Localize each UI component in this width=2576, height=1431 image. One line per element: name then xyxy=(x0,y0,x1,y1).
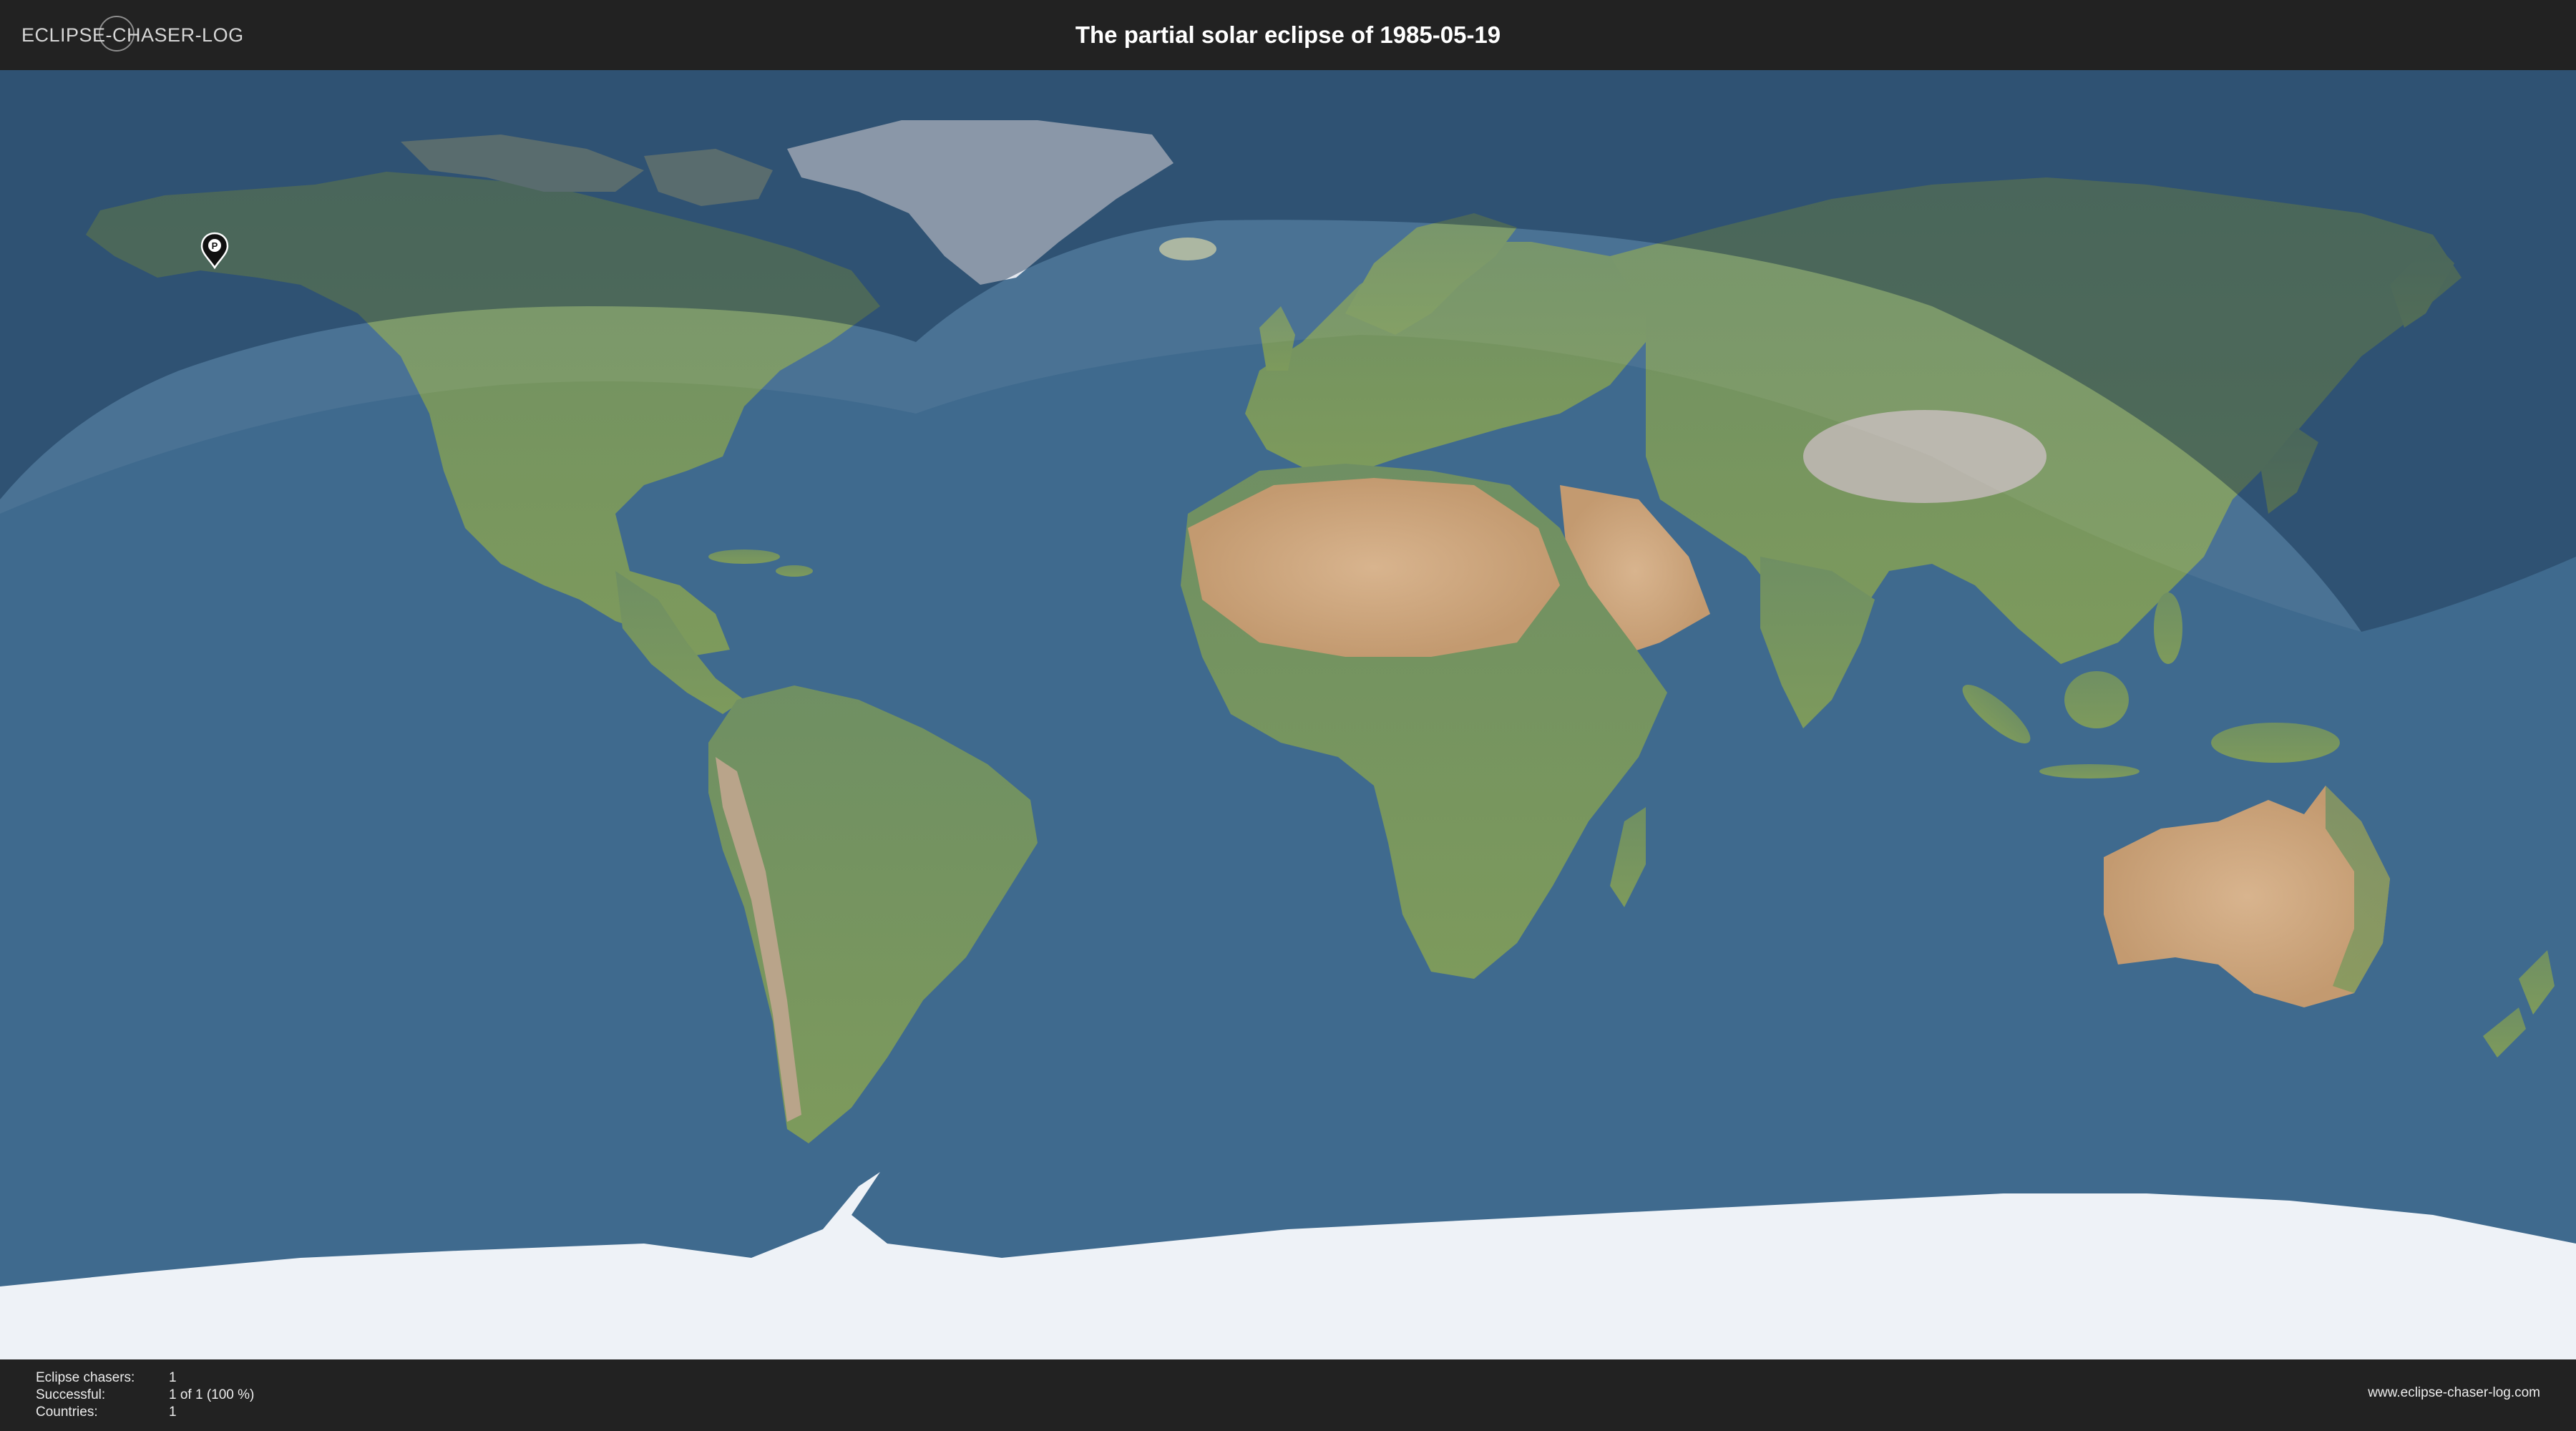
new-guinea xyxy=(2211,723,2340,763)
footer-bar: Eclipse chasers: 1 Successful: 1 of 1 (100… xyxy=(0,1359,2576,1431)
stat-row-countries: Countries: 1 xyxy=(36,1404,254,1421)
stats-panel: Eclipse chasers: 1 Successful: 1 of 1 (100… xyxy=(36,1369,254,1421)
website-link[interactable]: www.eclipse-chaser-log.com xyxy=(2368,1385,2540,1401)
world-map-svg: P xyxy=(0,70,2576,1359)
stat-label: Successful: xyxy=(36,1387,106,1402)
stat-value: 1 xyxy=(169,1405,177,1420)
stat-row-chasers: Eclipse chasers: 1 xyxy=(36,1369,254,1387)
page-title: The partial solar eclipse of 1985-05-19 xyxy=(1075,21,1501,48)
header-bar: ECLIPSE-CHASER-LOG The partial solar ecl… xyxy=(0,0,2576,70)
stat-value: 1 xyxy=(169,1370,177,1385)
map-pin-label: P xyxy=(212,240,218,251)
caribbean-cuba xyxy=(708,550,780,564)
borneo xyxy=(2064,671,2129,728)
stat-label: Countries: xyxy=(36,1405,98,1420)
stat-row-successful: Successful: 1 of 1 (100 %) xyxy=(36,1387,254,1404)
stat-label: Eclipse chasers: xyxy=(36,1370,135,1385)
java xyxy=(2039,764,2140,778)
stat-value: 1 of 1 (100 %) xyxy=(169,1387,255,1402)
world-map[interactable]: P xyxy=(0,70,2576,1359)
app-window: ECLIPSE-CHASER-LOG The partial solar ecl… xyxy=(0,0,2576,1431)
caribbean-hispaniola xyxy=(776,565,813,577)
philippines xyxy=(2154,592,2182,664)
